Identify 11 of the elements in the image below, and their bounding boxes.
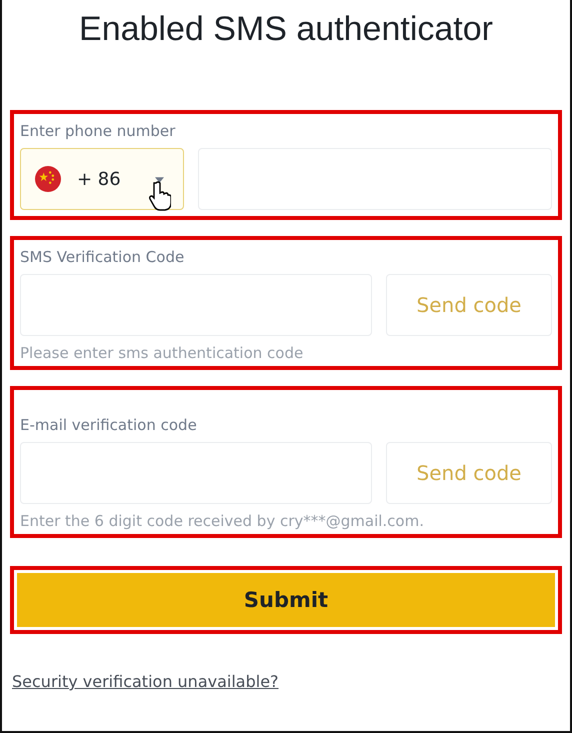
page-title: Enabled SMS authenticator — [78, 10, 494, 50]
security-link[interactable]: Security verification unavailable? — [10, 672, 279, 691]
field-label: E-mail verification code — [20, 416, 198, 434]
field-label: Enter phone number — [20, 122, 176, 140]
hint-text: Enter the 6 digit code received by cry***@gmail.com. — [20, 512, 425, 530]
submit-button[interactable]: Submit — [17, 573, 555, 627]
field-label: SMS Verification Code — [20, 248, 186, 266]
hint-text: Please enter sms authentication code — [20, 344, 304, 362]
country-code-select[interactable]: + 86 — [20, 148, 184, 210]
hand-cursor-icon — [149, 181, 171, 211]
flag-icon — [35, 166, 61, 192]
